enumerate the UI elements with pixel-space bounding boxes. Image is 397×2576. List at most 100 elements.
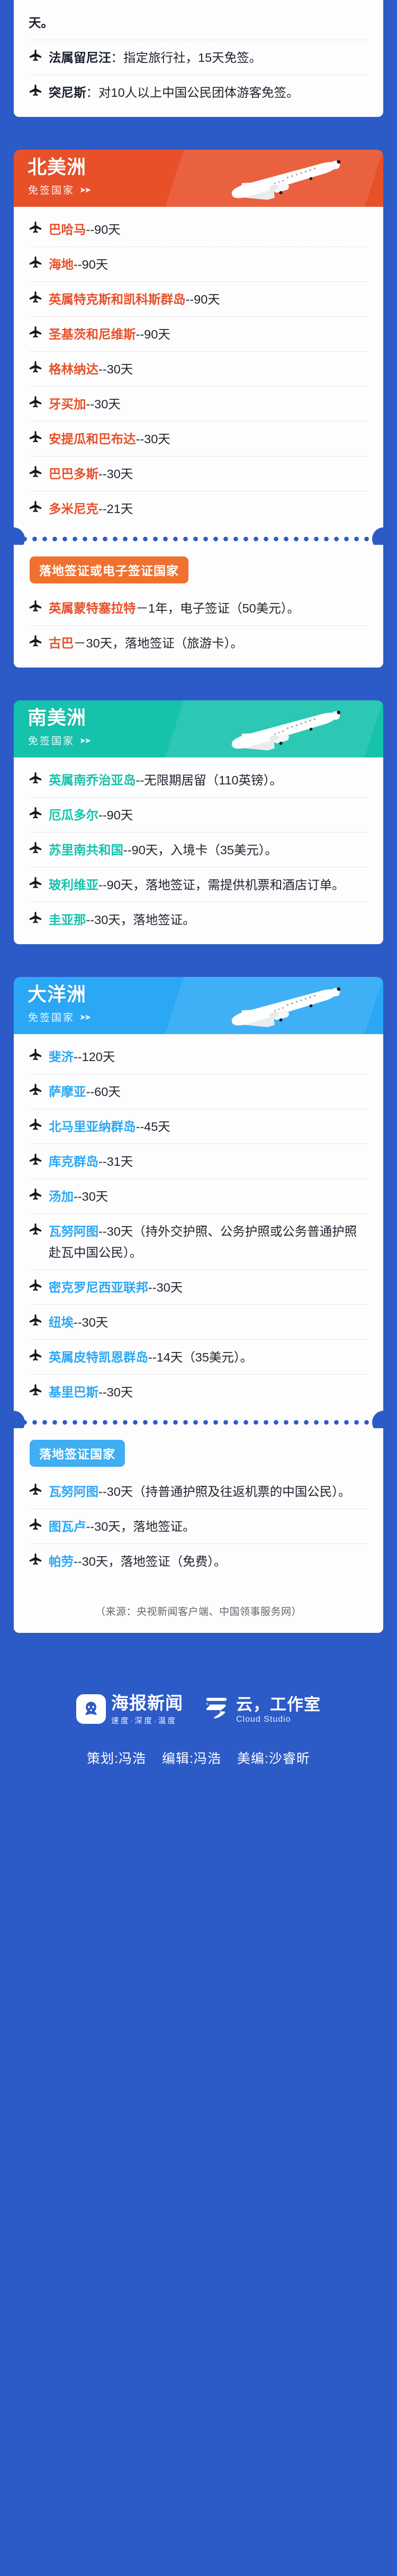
country-detail: --30天 — [74, 1190, 109, 1203]
credit-designer: 美编:沙睿昕 — [237, 1751, 310, 1766]
country-detail: －1年，电子签证（50美元）。 — [136, 601, 300, 615]
credit-planner: 策划:冯浩 — [87, 1751, 147, 1766]
list-item: 纽埃--30天 — [14, 1305, 383, 1339]
list-item: 海地--90天 — [14, 247, 383, 281]
row-text: 基里巴斯--30天 — [49, 1382, 133, 1403]
continuation-text: 天。 — [29, 16, 53, 30]
country-detail: --90天，入境卡（35美元）。 — [123, 843, 278, 857]
country-name: 瓦努阿图 — [49, 1225, 98, 1238]
country-name: 海地 — [49, 258, 74, 271]
list-item: 英属特克斯和凯科斯群岛--90天 — [14, 282, 383, 316]
continent-title: 大洋洲 — [28, 983, 87, 1005]
country-name: 瓦努阿图 — [49, 1485, 98, 1499]
airplane-icon — [29, 911, 44, 926]
list-item: 古巴－30天，落地签证（旅游卡）。 — [14, 626, 383, 660]
country-name: 北马里亚纳群岛 — [49, 1120, 136, 1134]
airplane-icon — [29, 1518, 44, 1532]
airplane-icon — [29, 221, 44, 235]
country-detail: --45天 — [136, 1120, 170, 1134]
airplane-icon — [29, 500, 44, 515]
row-text: 英属皮特凯恩群岛--14天（35美元）。 — [49, 1347, 252, 1368]
infographic-page: 天。 法属留尼汪：指定旅行社，15天免签。 突尼斯：对10人以上中国公民团体游客… — [0, 0, 397, 1794]
row-text: 英属蒙特塞拉特－1年，电子签证（50美元）。 — [49, 598, 300, 619]
subsection-header: 落地签证国家 — [14, 1428, 383, 1469]
airplane-icon — [29, 465, 44, 480]
continent-subtitle-text: 免签国家 — [28, 1012, 75, 1024]
list-item: 圭亚那--30天，落地签证。 — [14, 902, 383, 937]
list-item: 苏里南共和国--90天，入境卡（35美元）。 — [14, 833, 383, 867]
perforation-divider — [13, 527, 384, 551]
airplane-icon — [29, 360, 44, 375]
country-name: 法属留尼汪 — [49, 51, 111, 65]
country-detail: --30天（持普通护照及往返机票的中国公民）。 — [98, 1485, 351, 1499]
visa-free-card-south-america: 英属南乔治亚岛--无限期居留（110英镑）。 厄瓜多尔--90天苏里南共和国--9… — [14, 757, 383, 944]
country-name: 英属特克斯和凯科斯群岛 — [49, 293, 186, 306]
list-item: 瓦努阿图--30天（持普通护照及往返机票的中国公民）。 — [14, 1474, 383, 1509]
country-name: 安提瓜和巴布达 — [49, 432, 136, 446]
double-chevron-right-icon: ➤➤ — [79, 1012, 91, 1022]
list-item: 圣基茨和尼维斯--90天 — [14, 317, 383, 351]
list-item: 格林纳达--30天 — [14, 352, 383, 386]
list-item: 图瓦卢--30天，落地签证。 — [14, 1509, 383, 1543]
list-item: 英属皮特凯恩群岛--14天（35美元）。 — [14, 1340, 383, 1374]
list-item: 库克群岛--31天 — [14, 1144, 383, 1179]
country-name: 厄瓜多尔 — [49, 808, 98, 822]
continent-title: 南美洲 — [28, 707, 87, 728]
row-text: 图瓦卢--30天，落地签证。 — [49, 1516, 195, 1537]
visa-free-card-north-america: 巴哈马--90天 海地--90天 英属特克斯和凯科斯群岛--90天 圣基茨和尼维斯--… — [14, 207, 383, 533]
airplane-icon — [29, 1313, 44, 1328]
airplane-icon — [29, 1118, 44, 1132]
country-name: 基里巴斯 — [49, 1385, 98, 1399]
perforation-dots — [22, 536, 375, 542]
country-name: 突尼斯 — [49, 86, 86, 99]
row-text: 北马里亚纳群岛--45天 — [49, 1116, 170, 1137]
airplane-icon — [29, 84, 44, 98]
row-text: 巴哈马--90天 — [49, 219, 121, 240]
country-detail: --30天，落地签证。 — [86, 1520, 195, 1533]
country-detail: ：对10人以上中国公民团体游客免签。 — [86, 86, 299, 99]
row-text: 厄瓜多尔--90天 — [49, 805, 133, 826]
list-item: 厄瓜多尔--90天 — [14, 798, 383, 832]
continent-subtitle-text: 免签国家 — [28, 736, 75, 747]
row-text: 巴巴多斯--30天 — [49, 463, 133, 485]
airplane-icon — [29, 49, 44, 63]
country-detail: --90天 — [86, 223, 121, 236]
row-text: 法属留尼汪：指定旅行社，15天免签。 — [49, 47, 261, 68]
row-text: 突尼斯：对10人以上中国公民团体游客免签。 — [49, 82, 299, 103]
double-chevron-right-icon: ➤➤ — [79, 185, 91, 195]
country-detail: --30天 — [148, 1281, 183, 1294]
list-item: 萨摩亚--60天 — [14, 1074, 383, 1109]
airplane-icon — [29, 1083, 44, 1098]
airplane-icon — [29, 290, 44, 305]
country-name: 格林纳达 — [49, 362, 98, 376]
row-text: 英属南乔治亚岛--无限期居留（110英镑）。 — [49, 770, 282, 791]
country-name: 巴哈马 — [49, 223, 86, 236]
top-continuation-list: 天。 法属留尼汪：指定旅行社，15天免签。 突尼斯：对10人以上中国公民团体游客… — [14, 0, 383, 117]
continent-sections: 北美洲 免签国家 ➤➤ 巴哈马--90天 海地--90天 英属特克斯和凯科斯群岛--90天… — [0, 150, 397, 1666]
row-text: 格林纳达--30天 — [49, 359, 133, 380]
list-item: 密克罗尼西亚联邦--30天 — [14, 1270, 383, 1304]
row-text: 帕劳--30天，落地签证（免费）。 — [49, 1551, 227, 1572]
airplane-illustration — [219, 980, 351, 1033]
airplane-icon — [29, 255, 44, 270]
brand-haibao: 海报新闻 速度·深度·温度 — [76, 1694, 183, 1726]
top-continuation-card: 天。 法属留尼汪：指定旅行社，15天免签。 突尼斯：对10人以上中国公民团体游客… — [14, 0, 383, 117]
row-text: 萨摩亚--60天 — [49, 1081, 121, 1102]
airplane-illustration — [219, 153, 351, 206]
visa-free-list: 巴哈马--90天 海地--90天 英属特克斯和凯科斯群岛--90天 圣基茨和尼维斯--… — [14, 207, 383, 533]
country-name: 苏里南共和国 — [49, 843, 123, 857]
row-text: 英属特克斯和凯科斯群岛--90天 — [49, 289, 220, 310]
airplane-icon — [29, 1348, 44, 1363]
list-item: 牙买加--30天 — [14, 387, 383, 421]
airplane-icon — [29, 1552, 44, 1567]
airplane-icon — [29, 841, 44, 856]
country-name: 玻利维亚 — [49, 878, 98, 892]
list-item: 安提瓜和巴布达--30天 — [14, 422, 383, 456]
row-text: 密克罗尼西亚联邦--30天 — [49, 1277, 183, 1298]
list-item: 巴巴多斯--30天 — [14, 456, 383, 491]
country-name: 英属南乔治亚岛 — [49, 773, 136, 787]
source-note: （来源：央视新闻客户端、中国领事服务网） — [95, 1606, 302, 1618]
